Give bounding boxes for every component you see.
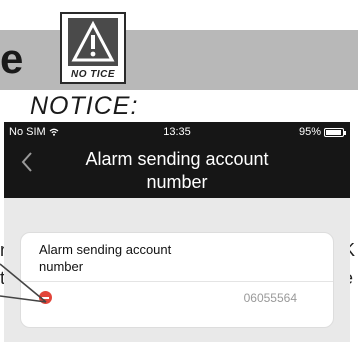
notice-heading: NOTICE: <box>30 92 139 120</box>
heading-fragment: e <box>0 35 24 82</box>
battery-percent: 95% <box>298 126 321 138</box>
back-button[interactable] <box>20 150 44 180</box>
account-card: Alarm sending account number 06055564 <box>20 232 334 328</box>
clock: 13:35 <box>163 126 191 138</box>
status-bar: No SIM 13:35 95% <box>4 126 350 140</box>
heading-band <box>0 30 358 90</box>
notice-icon-label: NO TICE <box>70 69 116 80</box>
minus-circle-icon[interactable] <box>39 291 52 304</box>
account-label: Alarm sending account number <box>39 242 172 274</box>
notice-warning-icon: NO TICE <box>60 12 126 84</box>
battery-status: 95% <box>298 126 346 138</box>
divider <box>21 281 333 282</box>
battery-icon <box>324 127 346 137</box>
chevron-left-icon <box>21 152 32 172</box>
app-header: No SIM 13:35 95% Alarm sending account n… <box>4 122 350 198</box>
wifi-icon <box>49 126 59 138</box>
page-title: Alarm sending account number <box>85 149 269 192</box>
carrier-label: No SIM <box>9 126 59 138</box>
account-number-value[interactable]: 06055564 <box>244 291 297 305</box>
phone-screenshot: No SIM 13:35 95% Alarm sending account n… <box>4 122 350 342</box>
